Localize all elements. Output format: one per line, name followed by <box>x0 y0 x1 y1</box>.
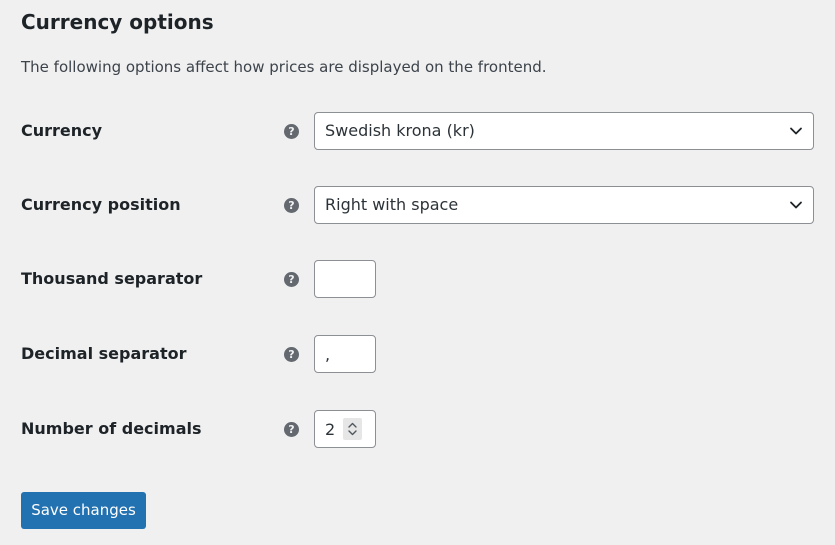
decimal-separator-value: , <box>325 345 331 364</box>
stepper-icon[interactable] <box>343 418 362 440</box>
save-changes-button[interactable]: Save changes <box>21 492 146 529</box>
help-icon[interactable]: ? <box>284 347 299 362</box>
currency-options-panel: Currency options The following options a… <box>0 0 835 545</box>
currency-select-value: Swedish krona (kr) <box>325 121 475 140</box>
chevron-down-icon <box>790 201 802 209</box>
help-icon[interactable]: ? <box>284 124 299 139</box>
number-of-decimals-stepper[interactable]: 2 <box>314 410 376 448</box>
section-title: Currency options <box>21 10 214 34</box>
decimal-separator-input[interactable]: , <box>314 335 376 373</box>
currency-position-select[interactable]: Right with space <box>314 186 814 224</box>
help-icon[interactable]: ? <box>284 198 299 213</box>
chevron-down-icon <box>790 127 802 135</box>
number-of-decimals-value: 2 <box>325 420 336 439</box>
currency-row: Currency ? Swedish krona (kr) <box>0 112 835 150</box>
currency-position-row: Currency position ? Right with space <box>0 186 835 224</box>
help-icon[interactable]: ? <box>284 272 299 287</box>
currency-label: Currency <box>21 121 103 140</box>
section-description: The following options affect how prices … <box>21 58 547 76</box>
thousand-separator-input[interactable] <box>314 260 376 298</box>
currency-select[interactable]: Swedish krona (kr) <box>314 112 814 150</box>
currency-position-select-value: Right with space <box>325 195 459 214</box>
currency-position-label: Currency position <box>21 195 181 214</box>
decimal-separator-row: Decimal separator ? , <box>0 335 835 373</box>
thousand-separator-label: Thousand separator <box>21 269 203 288</box>
decimal-separator-label: Decimal separator <box>21 344 187 363</box>
thousand-separator-row: Thousand separator ? <box>0 260 835 298</box>
number-of-decimals-label: Number of decimals <box>21 419 202 438</box>
number-of-decimals-row: Number of decimals ? 2 <box>0 410 835 448</box>
help-icon[interactable]: ? <box>284 422 299 437</box>
